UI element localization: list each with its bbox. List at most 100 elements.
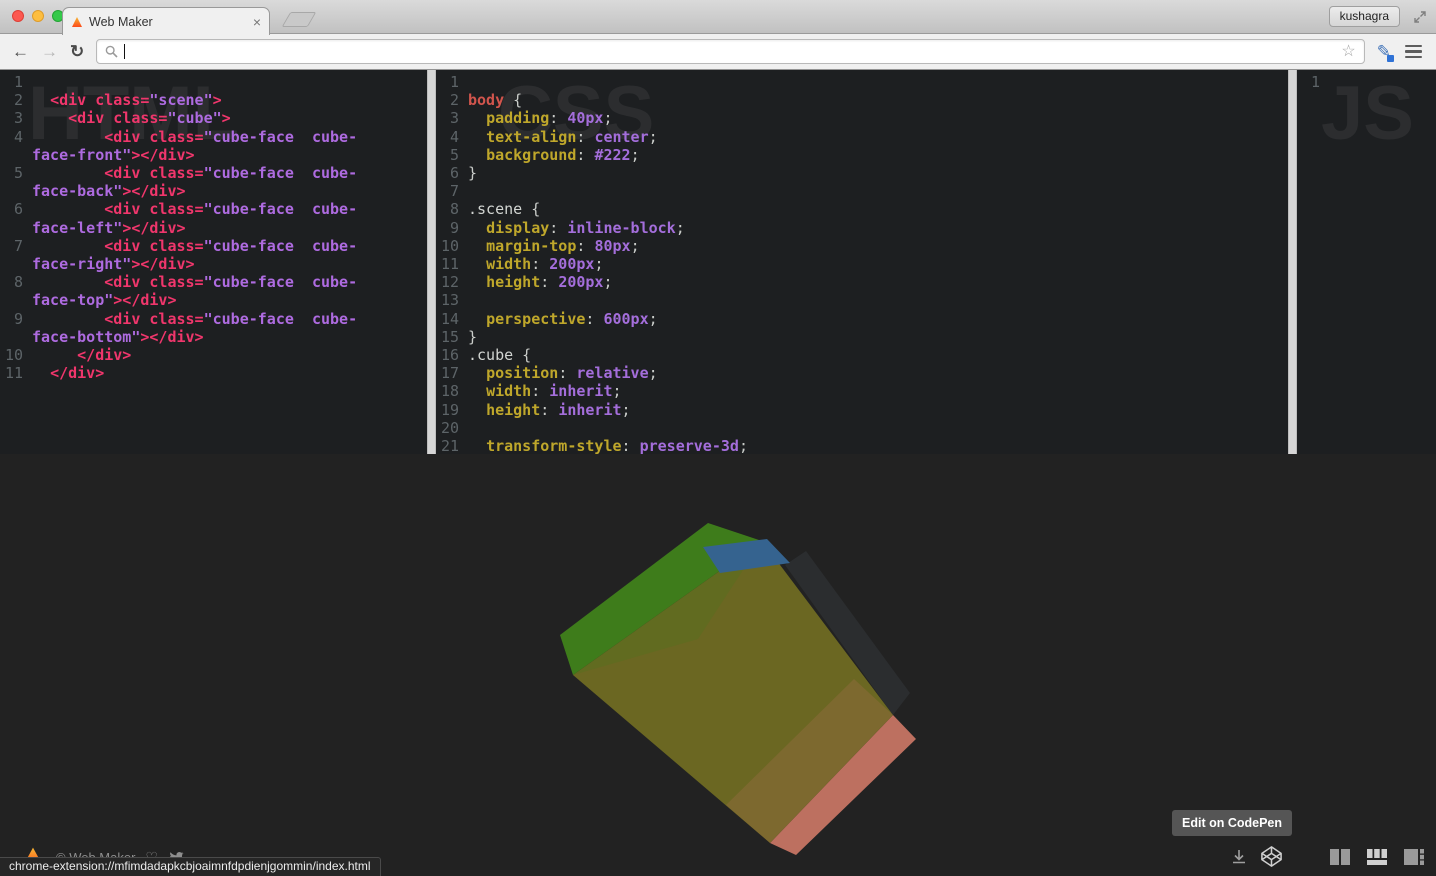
status-bar: chrome-extension://mfimdadapkcbjoaimnfdp…: [0, 857, 381, 876]
code-line: 10 margin-top: 80px;: [436, 237, 1288, 255]
line-number: 16: [440, 346, 459, 365]
layout-columns-icon[interactable]: [1328, 848, 1352, 866]
search-icon: [105, 45, 118, 58]
tab-favicon: [72, 16, 82, 27]
web-maker-extension-icon[interactable]: ✎: [1377, 43, 1394, 62]
close-window-button[interactable]: [12, 10, 24, 22]
css-code[interactable]: 1 2 body {3 padding: 40px; 4 text-align: ce…: [436, 73, 1288, 454]
line-number: 2: [13, 91, 23, 110]
line-number: 2: [449, 91, 459, 110]
footer-actions: [1231, 845, 1426, 868]
code-line: 16 .cube {: [436, 346, 1288, 364]
download-icon[interactable]: [1231, 849, 1247, 865]
titlebar: Web Maker × kushagra: [0, 0, 1436, 35]
preview-pane: © Web Maker ♡: [0, 454, 1436, 876]
line-number: 6: [13, 200, 23, 219]
code-line: 3 padding: 40px;: [436, 109, 1288, 127]
code-line: 7: [436, 182, 1288, 200]
line-number: 5: [13, 164, 23, 183]
code-line: 20: [436, 419, 1288, 437]
line-number: 9: [449, 218, 459, 237]
back-button[interactable]: ←: [12, 43, 29, 60]
line-number: 10: [440, 236, 459, 255]
code-line: 3 <div class="cube">: [0, 109, 427, 127]
editor-row: HTML 12 <div class="scene"> 3 <div class=…: [0, 70, 1436, 454]
line-number: 3: [449, 109, 459, 128]
code-line: 17 position: relative;: [436, 364, 1288, 382]
code-line: 5 background: #222;: [436, 146, 1288, 164]
window-resize-icon[interactable]: [1412, 9, 1428, 25]
code-line: 6 <div class="cube-face cube-face-left">…: [0, 200, 427, 236]
code-line: 1: [1297, 73, 1436, 91]
code-line: 4 <div class="cube-face cube-face-front"…: [0, 128, 427, 164]
browser-tab[interactable]: Web Maker ×: [62, 7, 270, 35]
line-number: 6: [449, 164, 459, 183]
line-number: 14: [440, 309, 459, 328]
tab-close-icon[interactable]: ×: [253, 15, 261, 29]
extension-badge: [1387, 55, 1394, 62]
code-line: 1: [0, 73, 427, 91]
line-number: 3: [13, 109, 23, 128]
line-number: 8: [13, 273, 23, 292]
line-number: 10: [4, 346, 23, 365]
line-number: 7: [13, 236, 23, 255]
html-code[interactable]: 12 <div class="scene"> 3 <div class="cube…: [0, 73, 427, 382]
window-controls: [12, 10, 64, 22]
code-line: 7 <div class="cube-face cube-face-right"…: [0, 237, 427, 273]
tab-title: Web Maker: [89, 14, 153, 29]
line-number: 7: [449, 182, 459, 201]
js-code[interactable]: 1: [1297, 73, 1436, 91]
code-line: 6}: [436, 164, 1288, 182]
code-line: 13: [436, 291, 1288, 309]
code-line: 2 body {: [436, 91, 1288, 109]
code-line: 1: [436, 73, 1288, 91]
js-editor-pane[interactable]: JS 1: [1297, 70, 1436, 454]
line-number: 4: [13, 127, 23, 146]
codepen-icon[interactable]: [1260, 845, 1283, 868]
line-number: 11: [4, 364, 23, 383]
code-line: 19 height: inherit;: [436, 401, 1288, 419]
code-line: 12 height: 200px;: [436, 273, 1288, 291]
layout-editors-top-icon[interactable]: [1365, 848, 1389, 866]
line-number: 1: [1310, 73, 1320, 91]
pane-resizer[interactable]: [427, 70, 436, 454]
line-number: 19: [440, 400, 459, 419]
minimize-window-button[interactable]: [32, 10, 44, 22]
reload-button[interactable]: ↻: [70, 43, 84, 60]
line-number: 21: [440, 437, 459, 454]
code-line: 8 .scene {: [436, 200, 1288, 218]
code-line: 5 <div class="cube-face cube-face-back">…: [0, 164, 427, 200]
line-number: 9: [13, 309, 23, 328]
code-line: 9 display: inline-block;: [436, 219, 1288, 237]
code-line: 4 text-align: center;: [436, 128, 1288, 146]
code-line: 18 width: inherit;: [436, 382, 1288, 400]
browser-toolbar: ← → ↻ ☆ ✎: [0, 34, 1436, 70]
code-line: 11 </div>: [0, 364, 427, 382]
line-number: 12: [440, 273, 459, 292]
codepen-tooltip: Edit on CodePen: [1172, 810, 1292, 836]
line-number: 5: [449, 145, 459, 164]
chrome-menu-button[interactable]: [1403, 43, 1424, 61]
line-number: 15: [440, 327, 459, 346]
forward-button: →: [41, 42, 58, 61]
code-line: 10 </div>: [0, 346, 427, 364]
line-number: 20: [440, 418, 459, 437]
code-line: 21 transform-style: preserve-3d;: [436, 437, 1288, 454]
bookmark-star-icon[interactable]: ☆: [1341, 43, 1355, 60]
css-editor-pane[interactable]: CSS 1 2 body {3 padding: 40px; 4 text-align…: [436, 70, 1288, 454]
code-line: 11 width: 200px;: [436, 255, 1288, 273]
new-tab-button[interactable]: [281, 12, 317, 27]
line-number: 13: [440, 291, 459, 310]
css-3d-cube: [560, 523, 916, 855]
code-line: 2 <div class="scene">: [0, 91, 427, 109]
line-number: 11: [440, 255, 459, 274]
line-number: 8: [449, 200, 459, 219]
layout-editors-right-icon[interactable]: [1402, 848, 1426, 866]
address-bar[interactable]: ☆: [96, 39, 1365, 64]
code-line: 15}: [436, 328, 1288, 346]
html-editor-pane[interactable]: HTML 12 <div class="scene"> 3 <div class=…: [0, 70, 427, 454]
profile-button[interactable]: kushagra: [1328, 6, 1400, 27]
line-number: 17: [440, 364, 459, 383]
pane-resizer[interactable]: [1288, 70, 1297, 454]
code-line: 8 <div class="cube-face cube-face-top"><…: [0, 273, 427, 309]
